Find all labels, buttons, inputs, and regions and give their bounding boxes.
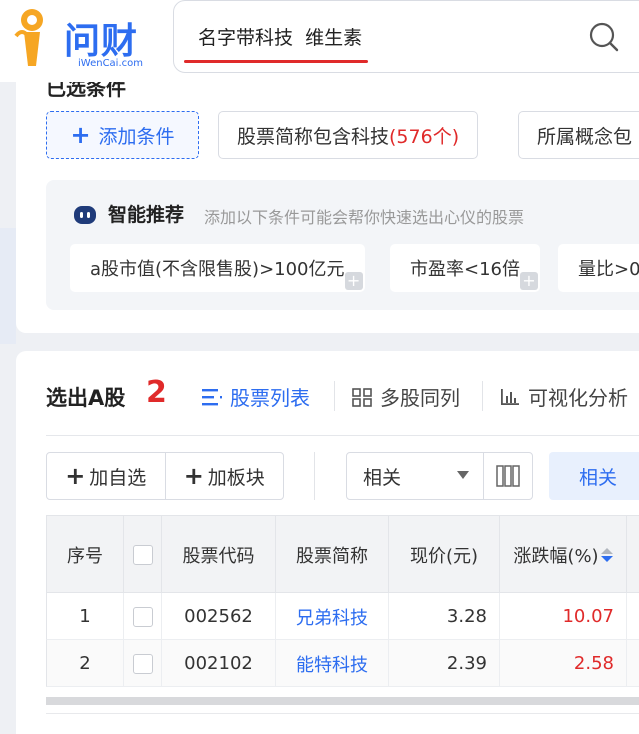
stock-name-link[interactable]: 能特科技: [276, 640, 389, 687]
recommend-description: 添加以下条件可能会帮你快速选出心仪的股票: [204, 208, 525, 227]
row-checkbox-cell: [124, 593, 162, 640]
recommend-chip-label: 市盈率<16倍: [410, 259, 520, 280]
tab-stock-list[interactable]: 股票列表: [202, 382, 310, 411]
tab-label: 多股同列: [380, 386, 460, 410]
logo[interactable]: 问财 iWenCai.com: [12, 4, 172, 74]
bottom-divider: [46, 713, 639, 714]
recommend-chip[interactable]: 市盈率<16倍 +: [390, 244, 540, 292]
logo-mascot-icon: [14, 9, 43, 66]
results-count: 2: [146, 375, 167, 410]
stock-change: 2.58: [500, 640, 627, 687]
sort-select-value: 相关: [363, 466, 402, 489]
header-divider: [46, 435, 639, 436]
plus-icon: +: [65, 462, 86, 490]
logo-text: 问财: [64, 21, 139, 62]
grid-icon: [352, 387, 372, 407]
column-header-change-label: 涨跌幅(%): [513, 546, 599, 567]
results-card: 选出A股 2 股票列表 多股同列 可视化分析 + 加自选 + 加板块 相关 相关…: [16, 351, 639, 734]
sort-icon[interactable]: [600, 548, 613, 562]
logo-subtitle: iWenCai.com: [78, 58, 143, 69]
stock-table: 序号 股票代码 股票简称 现价(元) 涨跌幅(%) 1 002562 兄弟科技 …: [46, 515, 639, 687]
column-header-name[interactable]: 股票简称: [276, 516, 389, 594]
condition-chip-label: 所属概念包: [537, 125, 633, 148]
results-title: 选出A股: [46, 386, 126, 410]
table-row[interactable]: 2 002102 能特科技 2.39 2.58: [46, 640, 639, 687]
column-header-change[interactable]: 涨跌幅(%): [500, 516, 627, 594]
row-index: 2: [47, 640, 124, 687]
stock-name-link[interactable]: 兄弟科技: [276, 593, 389, 640]
relevance-sort-button[interactable]: 相关: [549, 452, 639, 500]
sort-select[interactable]: 相关: [346, 452, 484, 500]
column-header-code[interactable]: 股票代码: [162, 516, 276, 594]
table-row[interactable]: 1 002562 兄弟科技 3.28 10.07: [46, 593, 639, 640]
stock-code: 002102: [162, 640, 276, 687]
column-header-select-all[interactable]: [124, 516, 162, 594]
add-watchlist-button[interactable]: + 加自选: [47, 453, 165, 499]
tab-label: 股票列表: [230, 386, 310, 410]
add-condition-button[interactable]: + 添加条件: [46, 111, 199, 159]
columns-icon: [496, 465, 520, 487]
condition-chip-concept[interactable]: 所属概念包: [518, 111, 639, 159]
search-box[interactable]: 名字带科技 维生素: [173, 0, 639, 73]
stock-price: 2.39: [389, 640, 500, 687]
add-condition-label: 添加条件: [98, 125, 175, 148]
chevron-down-icon: [457, 471, 469, 479]
column-toggle-button[interactable]: [483, 452, 533, 500]
recommend-title: 智能推荐: [108, 204, 185, 226]
table-header: 序号 股票代码 股票简称 现价(元) 涨跌幅(%): [46, 515, 639, 594]
plus-icon: +: [183, 462, 204, 490]
plus-icon: +: [70, 121, 91, 149]
add-icon[interactable]: +: [520, 272, 538, 290]
divider: [314, 452, 315, 500]
robot-icon: [74, 206, 96, 224]
divider: [482, 381, 483, 411]
stock-change: 10.07: [500, 593, 627, 640]
recommend-chip-label: 量比>0: [578, 259, 639, 280]
page: 问财 iWenCai.com 名字带科技 维生素 已选条件 + 添加条件 股票简…: [0, 0, 639, 734]
left-side-strip: [0, 228, 16, 344]
condition-chip-count: (576个): [389, 125, 460, 148]
recommend-chip[interactable]: a股市值(不含限售股)>100亿元 +: [70, 244, 365, 292]
tab-label: 可视化分析: [528, 386, 628, 410]
conditions-card: 已选条件 + 添加条件 股票简称包含科技 (576个) 所属概念包 智能推荐 添…: [16, 60, 639, 333]
recommend-box: 智能推荐 添加以下条件可能会帮你快速选出心仪的股票 a股市值(不含限售股)>10…: [46, 180, 639, 310]
header: 问财 iWenCai.com 名字带科技 维生素: [0, 0, 639, 82]
table-body: 1 002562 兄弟科技 3.28 10.07 2 002102 能特科技 2…: [46, 593, 639, 687]
add-watchlist-label: 加自选: [89, 466, 147, 489]
select-all-checkbox[interactable]: [132, 545, 153, 565]
column-header-index: 序号: [47, 516, 124, 594]
condition-chip-name[interactable]: 股票简称包含科技 (576个): [218, 111, 479, 159]
stock-code: 002562: [162, 593, 276, 640]
add-sector-label: 加板块: [207, 466, 265, 489]
recommend-chip-label: a股市值(不含限售股)>100亿元: [90, 259, 345, 280]
divider: [334, 381, 335, 411]
horizontal-scrollbar[interactable]: [46, 697, 639, 705]
search-icon[interactable]: [588, 21, 620, 53]
search-underline: [184, 60, 368, 63]
action-button-group: + 加自选 + 加板块: [46, 452, 284, 500]
tab-multi-stock[interactable]: 多股同列: [352, 382, 460, 411]
stock-price: 3.28: [389, 593, 500, 640]
row-checkbox[interactable]: [132, 606, 153, 627]
tab-visual-analysis[interactable]: 可视化分析: [500, 382, 628, 411]
add-sector-button[interactable]: + 加板块: [164, 453, 284, 499]
search-input[interactable]: 名字带科技 维生素: [198, 23, 362, 50]
add-icon[interactable]: +: [344, 272, 363, 290]
list-icon: [202, 388, 222, 405]
column-header-price[interactable]: 现价(元): [389, 516, 500, 594]
row-index: 1: [47, 593, 124, 640]
bar-chart-icon: [501, 388, 519, 405]
condition-chip-label: 股票简称包含科技: [237, 125, 390, 148]
row-checkbox-cell: [124, 640, 162, 687]
row-checkbox[interactable]: [132, 653, 153, 674]
recommend-chip[interactable]: 量比>0: [558, 244, 639, 292]
